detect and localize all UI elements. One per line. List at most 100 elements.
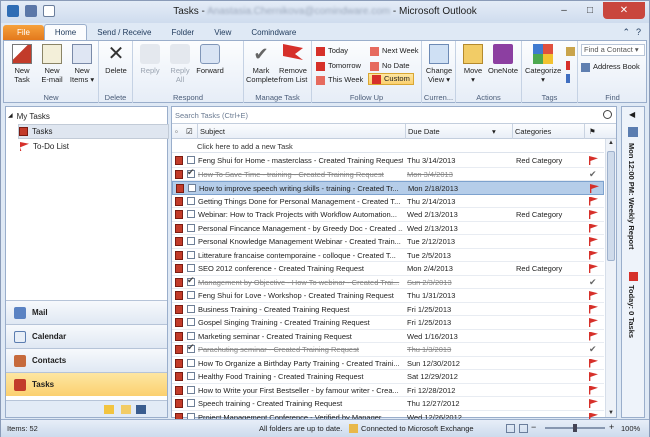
private-icon[interactable]: [566, 45, 575, 57]
flag-today-button[interactable]: Today: [316, 45, 348, 57]
table-row[interactable]: How To Organize a Birthday Party Trainin…: [172, 357, 604, 370]
close-button[interactable]: ✕: [603, 2, 645, 19]
folder-list-icon[interactable]: [121, 405, 131, 414]
complete-checkbox[interactable]: [187, 304, 195, 313]
table-row[interactable]: Getting Things Done for Personal Managem…: [172, 195, 604, 208]
complete-checkbox[interactable]: [187, 223, 195, 232]
flag-icon[interactable]: [590, 184, 599, 193]
calendar-icon[interactable]: [628, 127, 638, 137]
flag-tomorrow-button[interactable]: Tomorrow: [316, 60, 361, 72]
flag-icon[interactable]: [589, 372, 598, 381]
add-new-task-label[interactable]: Click here to add a new Task: [197, 142, 293, 151]
table-row[interactable]: Webinar: How to Track Projects with Work…: [172, 208, 604, 222]
scroll-up-icon[interactable]: ▲: [608, 140, 614, 146]
upcoming-appointment[interactable]: Mon 12:00 PM: Weekly Report: [627, 143, 636, 250]
table-row[interactable]: Personal Knowledge Management Webinar - …: [172, 235, 604, 249]
completed-check-icon[interactable]: ✔: [589, 277, 598, 287]
flag-icon[interactable]: [589, 304, 598, 314]
flag-icon[interactable]: [589, 237, 598, 246]
table-row[interactable]: How To Save Time - training - Created Tr…: [172, 167, 604, 181]
table-row[interactable]: Management by Objective - How To webinar…: [172, 275, 604, 289]
complete-checkbox[interactable]: [187, 167, 195, 178]
flag-status-column-icon[interactable]: ⚑: [589, 127, 596, 136]
tab-home[interactable]: Home: [43, 24, 88, 40]
remove-from-list-button[interactable]: Remove from List: [278, 43, 308, 84]
nav-mail-button[interactable]: Mail: [6, 300, 167, 324]
table-row[interactable]: SEO 2012 conference - Created Training R…: [172, 262, 604, 276]
address-book-button[interactable]: Address Book: [581, 61, 640, 73]
table-row[interactable]: Healthy Food Training - Created Training…: [172, 370, 604, 384]
complete-checkbox[interactable]: [187, 331, 195, 340]
minimize-button[interactable]: –: [551, 2, 577, 19]
complete-checkbox[interactable]: [187, 358, 195, 367]
table-row[interactable]: Gospel Singing Training - Created Traini…: [172, 316, 604, 330]
complete-checkbox[interactable]: [187, 210, 195, 218]
flag-icon[interactable]: [589, 156, 598, 165]
completed-check-icon[interactable]: ✔: [589, 345, 598, 354]
folder-to-do-list[interactable]: To-Do List: [20, 139, 169, 154]
folder-tasks[interactable]: Tasks: [18, 124, 169, 139]
low-importance-icon[interactable]: [566, 72, 570, 84]
zoom-out-button[interactable]: −: [531, 422, 536, 432]
new-email-button[interactable]: New E-mail: [37, 43, 67, 84]
completed-check-icon[interactable]: ✔: [589, 169, 598, 179]
forward-button[interactable]: Forward: [195, 43, 225, 75]
flag-icon[interactable]: [589, 399, 598, 408]
flag-icon[interactable]: [589, 318, 598, 327]
complete-checkbox[interactable]: [187, 372, 195, 380]
table-row[interactable]: Feng Shui for Home - masterclass - Creat…: [172, 154, 604, 168]
tab-comindware[interactable]: Comindware: [241, 25, 306, 40]
search-icon[interactable]: [603, 110, 612, 119]
complete-checkbox[interactable]: [187, 264, 195, 272]
nav-contacts-button[interactable]: Contacts: [6, 348, 167, 372]
shortcuts-icon[interactable]: [136, 405, 146, 414]
flag-icon[interactable]: [589, 358, 598, 368]
table-row[interactable]: Business Training - Created Training Req…: [172, 303, 604, 316]
move-button[interactable]: Move ▾: [458, 43, 488, 84]
complete-checkbox[interactable]: [187, 385, 195, 394]
complete-column-icon[interactable]: ☑: [186, 127, 193, 136]
change-view-button[interactable]: Change View ▾: [424, 43, 454, 84]
zoom-slider-knob[interactable]: [573, 424, 577, 432]
categorize-button[interactable]: Categorize ▾: [525, 43, 561, 84]
my-tasks-header[interactable]: ◢ My Tasks: [8, 109, 169, 124]
table-row[interactable]: Personal Fincance Management - by Greedy…: [172, 222, 604, 235]
delete-button[interactable]: ✕ Delete: [101, 43, 131, 75]
configure-buttons-icon[interactable]: [152, 405, 160, 414]
high-importance-icon[interactable]: [566, 59, 570, 71]
expand-to-do-bar-icon[interactable]: ◀: [629, 110, 635, 119]
minimize-ribbon-icon[interactable]: ⌃: [622, 27, 630, 38]
complete-checkbox[interactable]: [187, 291, 195, 299]
reading-view-icon[interactable]: [519, 424, 528, 433]
complete-checkbox[interactable]: [187, 237, 195, 245]
flag-icon[interactable]: [589, 223, 598, 233]
due-date-column-header[interactable]: Due Date: [408, 127, 440, 136]
new-task-button[interactable]: New Task: [7, 43, 37, 84]
flag-icon[interactable]: [589, 196, 598, 206]
table-row[interactable]: Parachuting seminar - Created Training R…: [172, 342, 604, 357]
table-row[interactable]: Speech training - Created Training Reque…: [172, 397, 604, 411]
complete-checkbox[interactable]: [187, 196, 195, 205]
flag-no-date-button[interactable]: No Date: [370, 60, 410, 72]
new-items-button[interactable]: New Items ▾: [67, 43, 97, 84]
complete-checkbox[interactable]: [187, 250, 195, 259]
subject-column-header[interactable]: Subject: [200, 127, 225, 136]
normal-view-icon[interactable]: [506, 424, 515, 433]
find-contact-input[interactable]: Find a Contact ▾: [581, 44, 645, 56]
complete-checkbox[interactable]: [188, 184, 196, 192]
notes-icon[interactable]: [104, 405, 114, 414]
nav-tasks-button[interactable]: Tasks: [6, 372, 167, 396]
tab-file[interactable]: File: [3, 25, 44, 40]
today-tasks-count[interactable]: Today: 0 Tasks: [627, 285, 636, 338]
reply-button[interactable]: Reply: [135, 43, 165, 75]
scrollbar-thumb[interactable]: [607, 151, 615, 261]
flag-icon[interactable]: [589, 331, 598, 341]
complete-checkbox[interactable]: [187, 399, 195, 407]
complete-checkbox[interactable]: [187, 318, 195, 326]
flag-icon[interactable]: [589, 264, 598, 273]
scroll-down-icon[interactable]: ▼: [608, 410, 614, 416]
table-row[interactable]: How to Write your First Bestseller - by …: [172, 384, 604, 397]
table-row[interactable]: Feng Shui for Love - Workshop - Created …: [172, 289, 604, 303]
categories-column-header[interactable]: Categories: [515, 127, 551, 136]
flag-icon[interactable]: [589, 210, 598, 219]
